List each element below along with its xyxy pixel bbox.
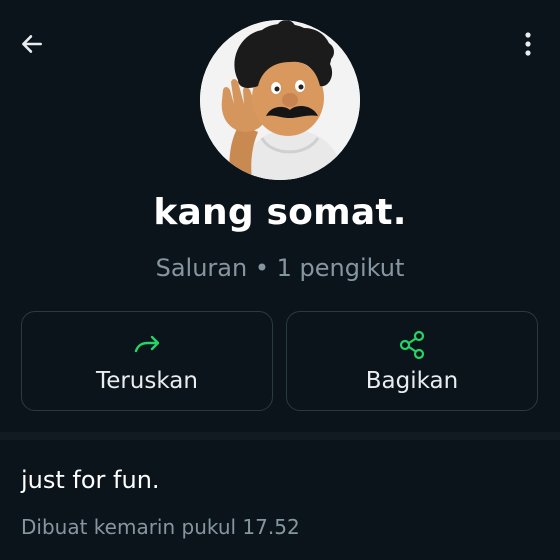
arrow-left-icon — [22, 35, 42, 53]
created-timestamp: Dibuat kemarin pukul 17.52 — [21, 515, 300, 539]
channel-name: kang somat. — [153, 192, 407, 233]
more-options-button[interactable] — [512, 28, 544, 60]
share-button[interactable]: Bagikan — [286, 311, 538, 411]
forward-label: Teruskan — [96, 368, 198, 394]
channel-meta: Saluran • 1 pengikut — [155, 254, 405, 282]
back-button[interactable] — [16, 28, 48, 60]
share-icon — [399, 330, 425, 360]
section-divider — [0, 432, 560, 440]
channel-description: just for fun. — [21, 466, 160, 494]
forward-button[interactable]: Teruskan — [21, 311, 273, 411]
cartoon-character-avatar — [200, 20, 360, 180]
channel-info-page: kang somat. Saluran • 1 pengikut Teruska… — [0, 0, 560, 560]
forward-icon — [134, 335, 160, 353]
avatar[interactable] — [200, 20, 360, 180]
more-vertical-icon — [525, 32, 531, 56]
share-label: Bagikan — [365, 368, 459, 394]
